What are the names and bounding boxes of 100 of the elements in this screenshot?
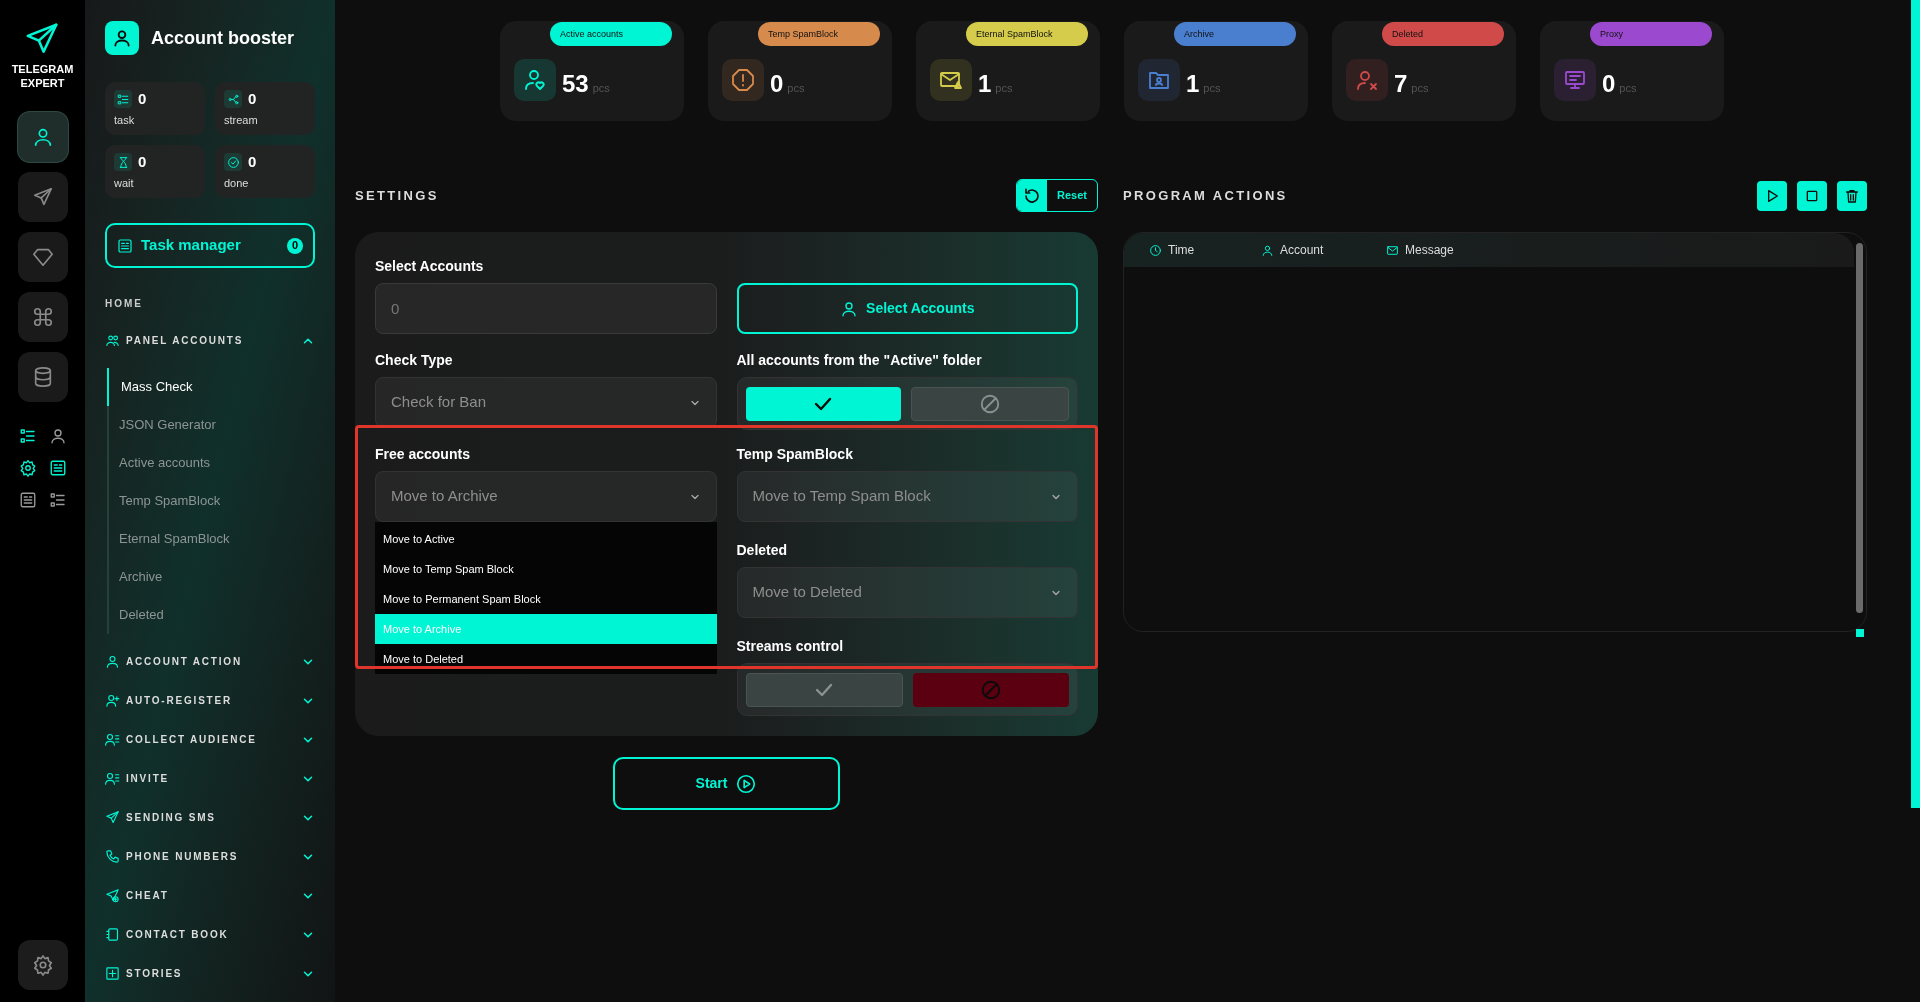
start-button[interactable]: Start [613,757,840,810]
user-icon [840,299,859,318]
stat-value: 0 [770,69,784,99]
stat-value: 1 [1186,69,1200,99]
rail-button[interactable] [17,292,68,342]
dropdown-option[interactable]: Move to Temp Spam Block [375,554,717,584]
user-icon [1261,243,1274,257]
scrollbar-thumb[interactable] [1911,0,1920,808]
nav-section[interactable]: PHONE NUMBERS [105,837,315,876]
stat-label: Proxy [1590,22,1712,46]
counter-value: 0 [138,152,147,172]
user-plus-icon [105,693,120,708]
mail-icon [1386,243,1399,257]
dropdown-field[interactable]: Move to Deleted [736,567,1078,618]
nav-item[interactable]: Active accounts [107,444,315,482]
clock-icon [1149,243,1162,257]
field-label: Free accounts [375,445,471,463]
command-icon [31,306,54,328]
task-manager-button[interactable]: Task manager 0 [105,223,315,268]
rail-button[interactable] [17,112,68,162]
book-icon [105,927,120,942]
nav-section[interactable]: SENDING SMS [105,798,315,837]
column-header: Account [1280,242,1324,259]
nav-section[interactable]: ACCOUNT ACTION [105,642,315,681]
off-toggle-button[interactable] [913,672,1069,707]
nav-section[interactable]: COLLECT AUDIENCE [105,720,315,759]
dropdown-option[interactable]: Move to Permanent Spam Block [375,584,717,614]
select-accounts-button[interactable]: Select Accounts [736,283,1078,334]
trash-icon [1844,187,1860,204]
off-toggle-button[interactable] [911,386,1069,421]
users-icon [105,333,120,348]
counter-value: 0 [248,152,257,172]
field-label: Temp SpamBlock [736,445,854,463]
brand-name: TELEGRAM [11,62,74,76]
reset-icon [1023,186,1041,205]
nav-section[interactable]: PANEL ACCOUNTS [105,321,315,360]
scrollbar-thumb[interactable] [1856,243,1863,613]
diamond-icon [31,246,54,268]
user-list-icon [105,771,120,786]
delete-button[interactable] [1837,180,1867,211]
counter-label: stream [224,112,259,128]
field-label: All accounts from the "Active" folder [736,351,983,369]
send-plus-icon [105,888,120,903]
stat-unit: pcs [1203,81,1221,96]
nav-item[interactable]: Mass Check [107,368,315,406]
dropdown-option[interactable]: Move to Active [375,524,717,554]
rail-button[interactable] [17,232,68,282]
account-count-field[interactable]: 0 [375,283,717,334]
rail-button[interactable] [17,172,68,222]
page-title: Account booster [151,26,294,50]
field-label: Deleted [736,541,789,559]
nav-section[interactable]: AUTO-REGISTER [105,681,315,720]
rail-button[interactable] [17,352,68,402]
counter-value: 0 [138,89,147,109]
nav-item[interactable]: Temp SpamBlock [107,482,315,520]
nav-heading: HOME [105,297,144,311]
dropdown-field[interactable]: Move to Temp Spam Block [736,471,1078,522]
counter-label: wait [114,175,135,191]
nav-item[interactable]: Eternal SpamBlock [107,520,315,558]
stat-value: 1 [978,69,992,99]
section-title: PROGRAM ACTIONS [1123,186,1288,205]
user-icon [105,654,120,669]
nav-section[interactable]: CONTACT BOOK [105,915,315,954]
stat-label: Temp SpamBlock [758,22,880,46]
play-circle-icon [735,772,758,795]
user-list-icon [105,732,120,747]
dropdown-field[interactable]: Check for Ban [375,377,717,428]
stat-unit: pcs [787,81,805,96]
on-toggle-button[interactable] [745,672,904,707]
play-button[interactable] [1757,180,1787,211]
phone-icon [105,849,120,864]
field-label: Check Type [375,351,454,369]
nav-item[interactable]: Deleted [107,596,315,634]
reset-button[interactable]: Reset [1016,179,1098,212]
list-icon [116,92,130,106]
ban-icon [979,392,1002,415]
stat-unit: pcs [1619,81,1637,96]
dropdown-field[interactable]: Move to Archive [375,471,717,522]
nav-section[interactable]: STORIES [105,954,315,993]
board-icon [117,237,133,254]
dropdown-option[interactable]: Move to Deleted [375,644,717,674]
field-label: Select Accounts [375,257,485,275]
stat-value: 53 [562,69,589,99]
stop-button[interactable] [1797,180,1827,211]
send-icon [31,186,54,208]
stat-label: Archive [1174,22,1296,46]
stat-unit: pcs [1411,81,1429,96]
column-header: Message [1405,242,1454,259]
plus-square-icon [105,966,120,981]
count-badge: 0 [287,237,303,254]
nav-section[interactable]: INVITE [105,759,315,798]
stat-value: 0 [1602,69,1616,99]
on-toggle-button[interactable] [745,386,902,421]
stat-label: Eternal SpamBlock [966,22,1088,46]
resize-handle[interactable] [1856,629,1864,637]
nav-section[interactable]: CHEAT [105,876,315,915]
nav-item[interactable]: Archive [107,558,315,596]
nav-item[interactable]: JSON Generator [107,406,315,444]
settings-button[interactable] [17,940,68,990]
column-header: Time [1168,242,1195,259]
